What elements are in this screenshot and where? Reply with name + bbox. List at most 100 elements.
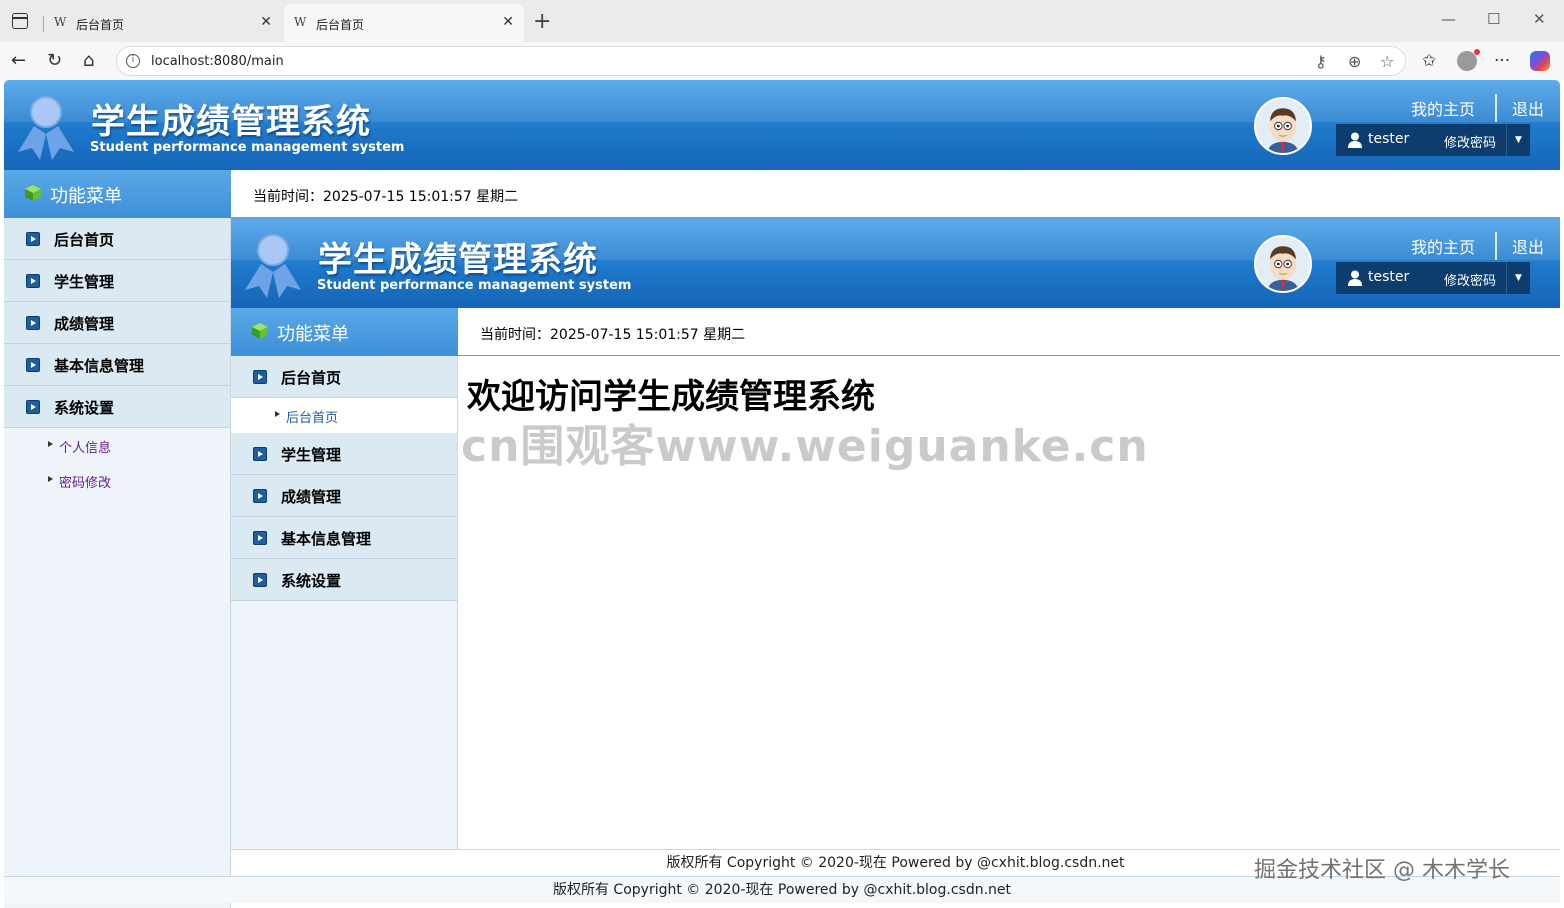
sidebar: 后台首页 学生管理 成绩管理 基本信息管理 系统设置 个人信息 密码修改 xyxy=(4,218,231,908)
submenu-item-profile[interactable]: 个人信息 xyxy=(4,428,230,463)
key-icon[interactable]: ⚷ xyxy=(1315,52,1327,71)
back-icon[interactable]: ← xyxy=(11,50,26,71)
user-dropdown[interactable]: tester 修改密码 ▼ xyxy=(1336,124,1530,156)
tab-title: 后台首页 xyxy=(316,18,365,32)
divider xyxy=(1494,94,1497,122)
current-time: 当前时间：2025-07-15 15:01:57 星期二 xyxy=(480,327,746,343)
corner-watermark: 掘金技术社区 @ 木木学长 xyxy=(1254,858,1510,883)
sidebar-item-label: 成绩管理 xyxy=(54,315,115,333)
sidebar-item-label: 后台首页 xyxy=(281,369,342,387)
top-links: 我的主页 退出 xyxy=(1411,94,1544,122)
expand-icon xyxy=(253,370,267,384)
triangle-icon xyxy=(275,411,280,417)
tab-favicon: W xyxy=(294,15,307,29)
change-password-link[interactable]: 修改密码 xyxy=(1444,270,1496,289)
web-page: 学生成绩管理系统 Student performance management … xyxy=(4,80,1560,908)
ribbon-logo-icon xyxy=(245,234,301,298)
sidebar-toggle-icon[interactable] xyxy=(12,13,28,29)
expand-icon xyxy=(26,232,40,246)
expand-icon xyxy=(26,274,40,288)
cube-icon xyxy=(252,323,268,339)
top-links: 我的主页 退出 xyxy=(1411,232,1544,260)
sidebar-item-label: 基本信息管理 xyxy=(281,530,372,548)
system-title: 学生成绩管理系统 xyxy=(318,240,598,280)
sidebar-item-home[interactable]: 后台首页 xyxy=(231,356,457,398)
sidebar-item-students[interactable]: 学生管理 xyxy=(231,433,457,475)
expand-icon xyxy=(253,573,267,587)
user-avatar xyxy=(1254,97,1312,155)
favorites-icon[interactable]: ✩ xyxy=(1422,51,1436,71)
sidebar-item-home[interactable]: 后台首页 xyxy=(4,218,230,260)
sidebar-item-settings[interactable]: 系统设置 xyxy=(231,559,457,601)
expand-icon xyxy=(253,531,267,545)
username: tester xyxy=(1368,269,1410,285)
submenu-label[interactable]: 密码修改 xyxy=(59,472,111,491)
logout-link[interactable]: 退出 xyxy=(1512,234,1544,258)
sidebar-item-basic-info[interactable]: 基本信息管理 xyxy=(231,517,457,559)
tab-favicon: W xyxy=(54,15,67,29)
submenu-label[interactable]: 个人信息 xyxy=(59,437,111,456)
browser-tab-strip: W 后台首页 ✕ W 后台首页 ✕ + — ☐ ✕ xyxy=(0,0,1564,42)
submenu-label[interactable]: 后台首页 xyxy=(286,407,338,426)
minimize-icon[interactable]: — xyxy=(1441,10,1456,28)
menu-header: 功能菜单 xyxy=(4,170,231,218)
tab-title: 后台首页 xyxy=(76,18,125,32)
change-password-link[interactable]: 修改密码 xyxy=(1444,132,1496,151)
copilot-icon[interactable] xyxy=(1530,51,1550,71)
sidebar-item-label: 系统设置 xyxy=(54,399,115,417)
expand-icon xyxy=(253,489,267,503)
triangle-icon xyxy=(48,441,53,447)
cube-icon xyxy=(25,185,41,201)
zoom-icon[interactable]: ⊕ xyxy=(1348,52,1361,71)
star-icon[interactable]: ☆ xyxy=(1380,52,1394,71)
user-avatar xyxy=(1254,235,1312,293)
close-tab-icon[interactable]: ✕ xyxy=(502,14,514,30)
watermark-text: cn围观客www.weiguanke.cn xyxy=(461,421,1149,472)
my-home-link[interactable]: 我的主页 xyxy=(1411,234,1475,258)
chevron-down-icon[interactable]: ▼ xyxy=(1506,262,1530,294)
new-tab-icon[interactable]: + xyxy=(533,9,551,34)
sidebar-item-settings[interactable]: 系统设置 xyxy=(4,386,230,428)
expand-icon xyxy=(26,358,40,372)
sidebar-item-label: 基本信息管理 xyxy=(54,357,145,375)
address-bar[interactable]: i localhost:8080/main ⚷ ⊕ ☆ xyxy=(116,46,1406,76)
menu-header: 功能菜单 xyxy=(231,308,458,356)
sidebar-item-basic-info[interactable]: 基本信息管理 xyxy=(4,344,230,386)
submenu-item-home[interactable]: 后台首页 xyxy=(231,398,457,433)
username: tester xyxy=(1368,131,1410,147)
url-text[interactable]: localhost:8080/main xyxy=(151,54,284,69)
more-icon[interactable]: ··· xyxy=(1494,51,1510,71)
sidebar-item-grades[interactable]: 成绩管理 xyxy=(231,475,457,517)
sidebar-item-grades[interactable]: 成绩管理 xyxy=(4,302,230,344)
system-title: 学生成绩管理系统 xyxy=(91,102,371,142)
my-home-link[interactable]: 我的主页 xyxy=(1411,96,1475,120)
home-icon[interactable]: ⌂ xyxy=(83,50,94,71)
current-time: 当前时间：2025-07-15 15:01:57 星期二 xyxy=(253,189,519,205)
close-tab-icon[interactable]: ✕ xyxy=(260,14,272,30)
browser-tab[interactable]: W 后台首页 ✕ xyxy=(43,4,282,42)
user-icon xyxy=(1348,270,1362,286)
system-subtitle: Student performance management system xyxy=(317,278,632,293)
close-window-icon[interactable]: ✕ xyxy=(1533,10,1546,28)
browser-tab-active[interactable]: W 后台首页 ✕ xyxy=(284,4,524,42)
submenu-item-password[interactable]: 密码修改 xyxy=(4,463,230,498)
ribbon-logo-icon xyxy=(18,96,74,160)
sidebar-item-label: 后台首页 xyxy=(54,231,115,249)
maximize-icon[interactable]: ☐ xyxy=(1487,10,1500,28)
chevron-down-icon[interactable]: ▼ xyxy=(1506,124,1530,156)
expand-icon xyxy=(26,400,40,414)
profile-avatar[interactable] xyxy=(1457,49,1480,71)
info-icon[interactable]: i xyxy=(126,54,140,68)
sidebar-item-label: 学生管理 xyxy=(281,446,342,464)
reload-icon[interactable]: ↻ xyxy=(47,50,62,71)
sidebar-item-label: 系统设置 xyxy=(281,572,342,590)
expand-icon xyxy=(253,447,267,461)
time-bar: 当前时间：2025-07-15 15:01:57 星期二 xyxy=(458,308,1560,356)
logout-link[interactable]: 退出 xyxy=(1512,96,1544,120)
address-toolbar: ← ↻ ⌂ i localhost:8080/main ⚷ ⊕ ☆ ✩ ··· xyxy=(0,42,1564,80)
sidebar-item-students[interactable]: 学生管理 xyxy=(4,260,230,302)
triangle-icon xyxy=(48,476,53,482)
menu-title: 功能菜单 xyxy=(277,324,349,345)
user-dropdown[interactable]: tester 修改密码 ▼ xyxy=(1336,262,1530,294)
nested-header-banner: 学生成绩管理系统 Student performance management … xyxy=(231,218,1560,308)
